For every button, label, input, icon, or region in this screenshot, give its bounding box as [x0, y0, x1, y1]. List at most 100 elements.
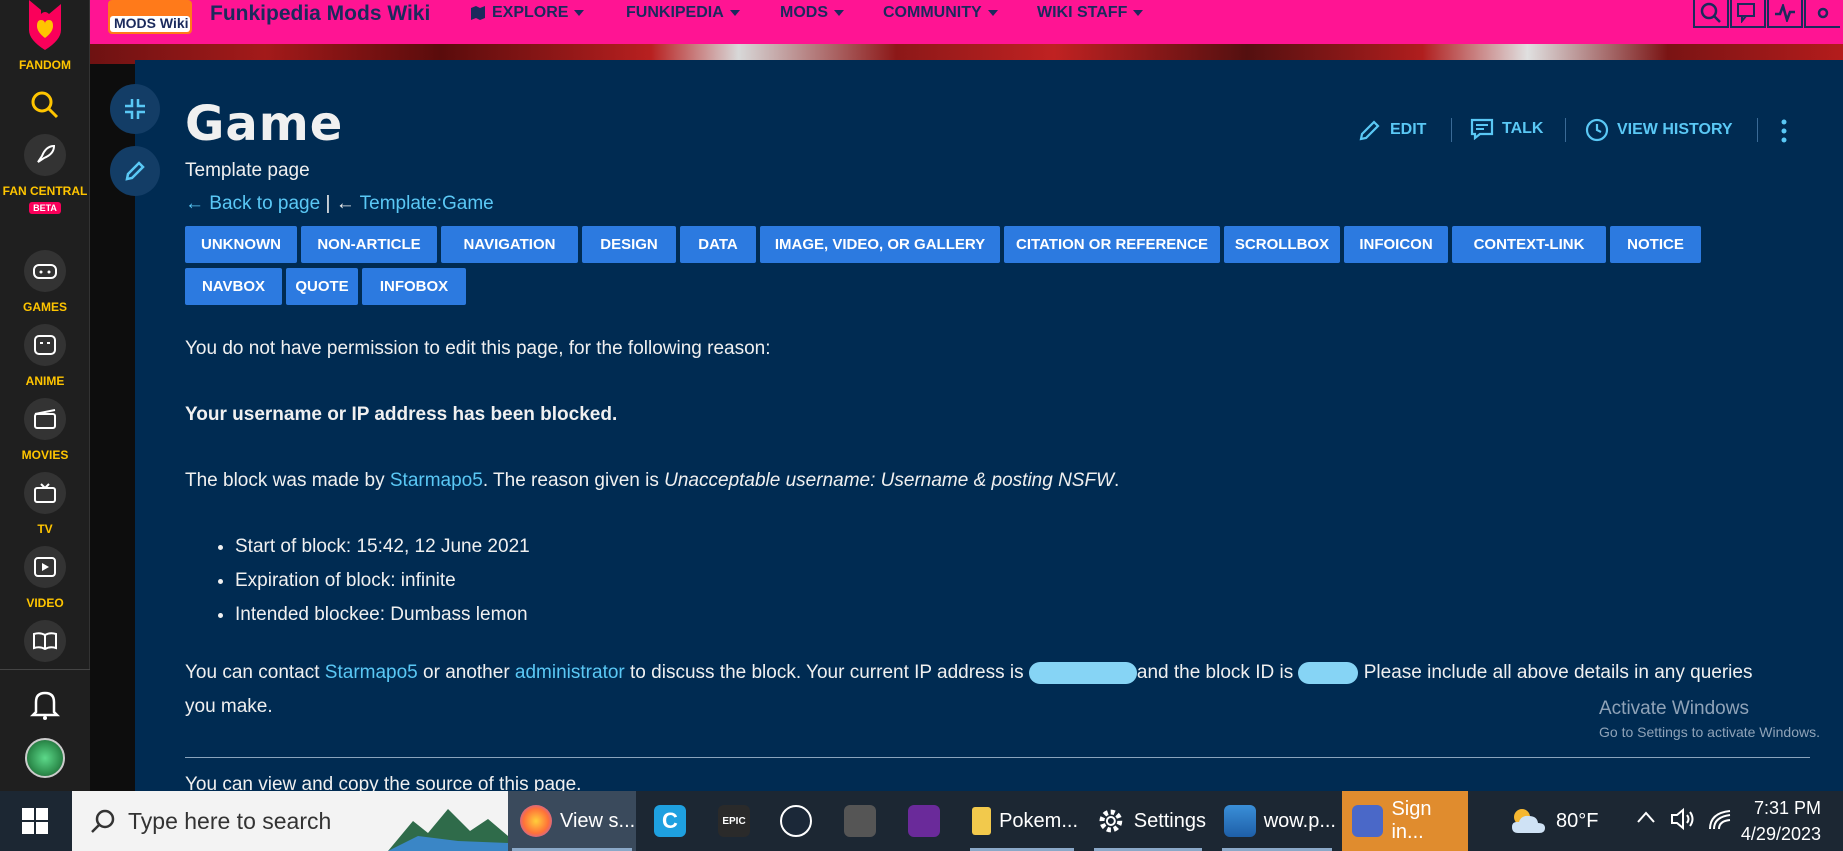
block-reason: The block was made by Starmapo5. The rea… [185, 464, 1119, 498]
tag-button[interactable]: INFOBOX [362, 268, 466, 305]
rail-tv[interactable]: TV [0, 472, 90, 537]
gamepad-icon [24, 250, 66, 292]
tag-button[interactable]: NAVIGATION [441, 226, 578, 263]
wiki-topnav: MODS Wiki Funkipedia Mods Wiki EXPLORE F… [90, 0, 1843, 44]
rail-video[interactable]: VIDEO [0, 546, 90, 611]
epic-games-icon: EPIC [718, 805, 750, 837]
tag-button[interactable]: SCROLLBOX [1224, 226, 1340, 263]
tag-button[interactable]: DESIGN [582, 226, 676, 263]
nav-community[interactable]: COMMUNITY [883, 4, 998, 22]
rocket-icon [24, 134, 66, 176]
activity-button[interactable] [1767, 0, 1803, 28]
contact-text: or another [417, 662, 515, 683]
template-link[interactable]: Template:Game [360, 193, 494, 214]
pencil-icon [1359, 120, 1380, 141]
activate-windows-title: Activate Windows [1599, 698, 1749, 719]
list-item: Start of block: 15:42, 12 June 2021 [235, 530, 530, 564]
taskbar-search[interactable]: Type here to search [72, 791, 508, 851]
administrator-link[interactable]: administrator [515, 662, 625, 683]
history-action[interactable]: VIEW HISTORY [1585, 118, 1733, 142]
discussions-button[interactable] [1730, 0, 1766, 28]
taskbar-photos[interactable]: wow.p... [1218, 791, 1336, 851]
nav-explore-label: EXPLORE [492, 4, 569, 21]
user-avatar[interactable] [25, 738, 65, 778]
taskbar-app[interactable] [838, 791, 882, 851]
collapse-button[interactable] [110, 84, 160, 134]
taskbar-explorer[interactable]: Pokem... [966, 791, 1078, 851]
tv-icon [24, 472, 66, 514]
bell-icon[interactable] [29, 688, 61, 724]
taskbar-teams[interactable]: Sign in... [1342, 791, 1468, 851]
edit-action[interactable]: EDIT [1358, 118, 1426, 142]
redaction-scribble [1298, 661, 1359, 684]
tag-button[interactable]: CITATION OR REFERENCE [1004, 226, 1220, 263]
edit-side-button[interactable] [110, 146, 160, 196]
tag-button[interactable]: IMAGE, VIDEO, OR GALLERY [760, 226, 1000, 263]
explore-icon [471, 6, 485, 20]
rail-label-tv: TV [37, 522, 53, 536]
breadcrumb-separator: | ← [320, 193, 360, 214]
wiki-logo[interactable]: MODS Wiki [108, 0, 192, 34]
nav-mods[interactable]: MODS [780, 4, 844, 22]
tag-button[interactable]: CONTEXT-LINK [1452, 226, 1606, 263]
chat-icon [1737, 3, 1755, 23]
taskbar-firefox[interactable]: View s... [508, 791, 636, 851]
rail-search[interactable] [0, 90, 90, 120]
taskbar-app[interactable] [902, 791, 946, 851]
rail-fan-central[interactable]: FAN CENTRAL BETA [0, 134, 90, 214]
gear-icon [1099, 809, 1123, 833]
rail-book[interactable] [0, 620, 90, 662]
tag-button[interactable]: NOTICE [1610, 226, 1701, 263]
taskbar-settings[interactable]: Settings [1090, 791, 1206, 851]
tag-button[interactable]: UNKNOWN [185, 226, 297, 263]
rail-label-fan-central: FAN CENTRAL [2, 184, 88, 198]
tag-button[interactable]: NON-ARTICLE [301, 226, 437, 263]
activity-icon [1775, 4, 1795, 22]
nav-wiki-staff[interactable]: WIKI STAFF [1037, 4, 1144, 22]
taskbar-clock[interactable]: 7:31 PM 4/29/2023 [1741, 795, 1821, 847]
clock-time: 7:31 PM [1753, 798, 1821, 818]
blocked-notice: Your username or IP address has been blo… [185, 404, 618, 425]
divider [185, 757, 1810, 758]
back-arrow-icon[interactable]: ← [185, 193, 204, 214]
rail-games[interactable]: GAMES [0, 250, 90, 315]
talk-action[interactable]: TALK [1470, 118, 1543, 140]
taskbar-app-label: wow.p... [1263, 809, 1336, 832]
taskbar-app[interactable] [774, 791, 818, 851]
rail-label-anime: ANIME [25, 374, 65, 388]
tag-button[interactable]: INFOICON [1344, 226, 1448, 263]
tag-button[interactable]: NAVBOX [185, 268, 282, 305]
tag-button[interactable]: DATA [680, 226, 756, 263]
chevron-down-icon [729, 10, 740, 16]
action-divider [1451, 118, 1452, 142]
search-button[interactable] [1693, 0, 1729, 28]
breadcrumb: ← Back to page | ← Template:Game [185, 193, 494, 215]
tag-button[interactable]: QUOTE [286, 268, 358, 305]
source-notice: You can view and copy the source of this… [185, 774, 582, 791]
more-options-icon[interactable] [1780, 118, 1788, 148]
block-details: Start of block: 15:42, 12 June 2021 Expi… [215, 530, 530, 632]
fandom-logo[interactable]: FANDOM [0, 0, 90, 73]
nav-funkipedia[interactable]: FUNKIPEDIA [626, 4, 740, 22]
block-text: . The reason given is [482, 470, 665, 491]
blocker-link[interactable]: Starmapo5 [325, 662, 418, 683]
rail-anime[interactable]: ANIME [0, 324, 90, 389]
search-icon [31, 91, 59, 119]
tray-chevron-icon[interactable] [1636, 809, 1656, 828]
redaction-scribble [1028, 661, 1137, 684]
settings-button[interactable] [1804, 0, 1840, 28]
volume-icon[interactable] [1670, 807, 1696, 835]
contact-notice: You can contact Starmapo5 or another adm… [185, 656, 1752, 690]
wifi-icon[interactable] [1708, 807, 1732, 835]
rail-movies[interactable]: MOVIES [0, 398, 90, 463]
taskbar-app[interactable]: C [648, 791, 692, 851]
taskbar-app[interactable]: EPIC [712, 791, 756, 851]
back-to-page-link[interactable]: Back to page [209, 193, 320, 214]
taskbar-app-label: Settings [1133, 809, 1206, 832]
taskbar-weather[interactable]: 80°F [1508, 791, 1638, 851]
nav-explore[interactable]: EXPLORE [470, 4, 585, 22]
blocker-link[interactable]: Starmapo5 [390, 470, 483, 491]
contact-notice-line2: you make. [185, 696, 273, 717]
windows-start-icon[interactable] [22, 808, 48, 838]
wiki-name[interactable]: Funkipedia Mods Wiki [210, 0, 430, 28]
